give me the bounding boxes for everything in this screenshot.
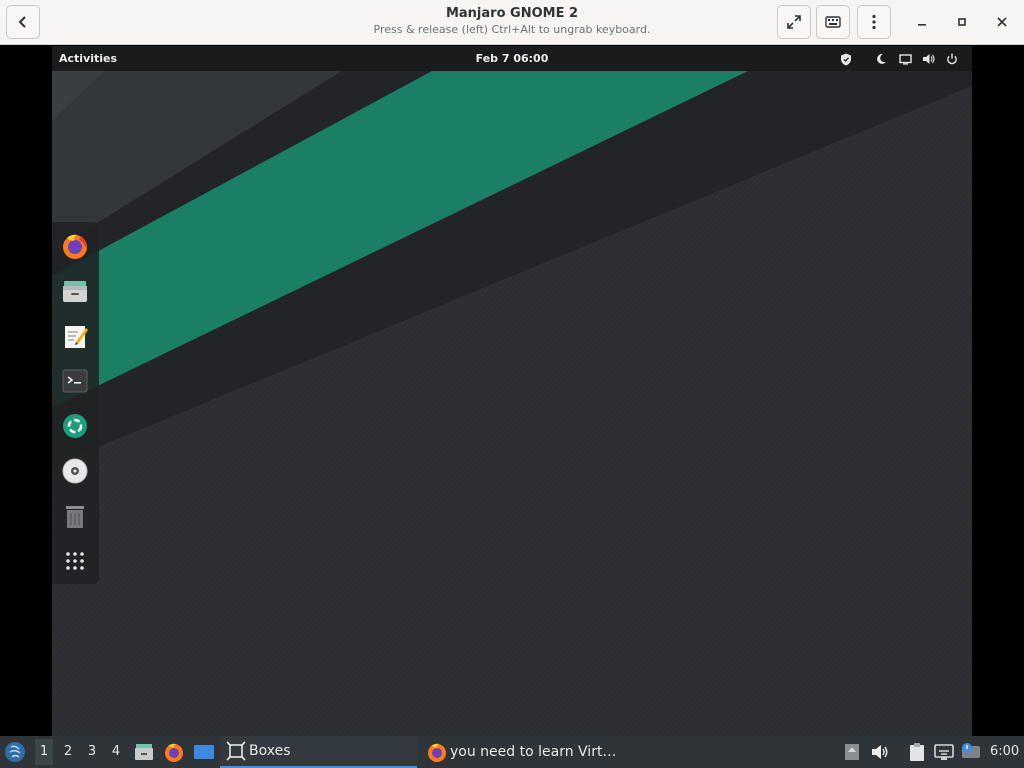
- dock-item-terminal[interactable]: [60, 366, 90, 396]
- task-label: you need to learn Virt…: [450, 744, 617, 760]
- trash-icon: [66, 506, 84, 528]
- volume-icon[interactable]: [920, 51, 936, 67]
- dock-item-text-editor[interactable]: [60, 321, 90, 351]
- files-icon: [63, 281, 87, 302]
- firefox-icon: [165, 743, 183, 762]
- fullscreen-button[interactable]: [777, 5, 811, 39]
- task-boxes[interactable]: Boxes: [220, 736, 417, 768]
- dock-item-trash[interactable]: [60, 501, 90, 531]
- app-grid-icon: [66, 552, 84, 570]
- tray-network[interactable]: [933, 741, 955, 763]
- power-icon[interactable]: [944, 51, 960, 67]
- text-editor-icon: [65, 326, 88, 348]
- network-icon: [934, 744, 954, 760]
- maximize-icon: [958, 18, 966, 26]
- wallpaper: [52, 46, 972, 736]
- keyboard-icon: [825, 16, 841, 28]
- dock: [52, 222, 99, 584]
- task-label: Boxes: [249, 743, 291, 759]
- files-icon: [135, 744, 153, 760]
- workspace-3[interactable]: 3: [83, 744, 101, 759]
- launcher-files[interactable]: [133, 741, 155, 763]
- dock-item-app-grid[interactable]: [60, 546, 90, 576]
- boxes-icon: [226, 741, 246, 761]
- gnome-top-bar: Activities Feb 7 06:00: [52, 46, 972, 71]
- workspace-4[interactable]: 4: [107, 744, 125, 759]
- dock-item-disc[interactable]: [60, 456, 90, 486]
- close-button[interactable]: [991, 11, 1013, 33]
- workspace-2[interactable]: 2: [59, 744, 77, 759]
- fullscreen-icon: [787, 15, 801, 29]
- firefox-icon: [428, 743, 446, 762]
- notification-icon: [962, 743, 980, 758]
- task-firefox[interactable]: you need to learn Virt…: [421, 736, 621, 768]
- shield-icon[interactable]: [838, 51, 854, 67]
- dock-item-firefox[interactable]: [60, 231, 90, 261]
- firefox-icon: [63, 234, 87, 259]
- close-icon: [997, 17, 1007, 27]
- disc-icon: [62, 458, 88, 484]
- dock-item-files[interactable]: [60, 276, 90, 306]
- menu-button[interactable]: [857, 5, 891, 39]
- software-icon: [63, 414, 87, 438]
- menu-icon: [872, 14, 876, 30]
- show-desktop-icon: [194, 745, 214, 759]
- app-menu-icon: [5, 742, 25, 762]
- start-menu-button[interactable]: [4, 741, 26, 763]
- volume-icon: [872, 745, 888, 759]
- tray-updates[interactable]: [841, 741, 863, 763]
- clipboard-icon: [910, 743, 924, 761]
- terminal-icon: [62, 369, 88, 393]
- tray-notifications[interactable]: [960, 741, 982, 763]
- tray-volume[interactable]: [869, 741, 891, 763]
- launcher-desktop[interactable]: [193, 741, 215, 763]
- minimize-icon: [918, 24, 926, 26]
- host-taskbar: 1 2 3 4 Boxes you need to learn Virt… 6:…: [0, 736, 1024, 768]
- launcher-firefox[interactable]: [163, 741, 185, 763]
- header-bar: Manjaro GNOME 2 Press & release (left) C…: [0, 0, 1024, 45]
- tray-clipboard[interactable]: [906, 741, 928, 763]
- vm-display[interactable]: Activities Feb 7 06:00: [52, 46, 972, 736]
- night-light-icon[interactable]: [873, 51, 889, 67]
- keyboard-button[interactable]: [816, 5, 850, 39]
- minimize-button[interactable]: [911, 11, 933, 33]
- taskbar-clock[interactable]: 6:00: [990, 744, 1019, 759]
- maximize-button[interactable]: [951, 11, 973, 33]
- update-icon: [845, 744, 859, 760]
- dock-item-software[interactable]: [60, 411, 90, 441]
- screen-icon[interactable]: [897, 51, 913, 67]
- clock[interactable]: Feb 7 06:00: [52, 52, 972, 65]
- workspace-1[interactable]: 1: [35, 739, 53, 765]
